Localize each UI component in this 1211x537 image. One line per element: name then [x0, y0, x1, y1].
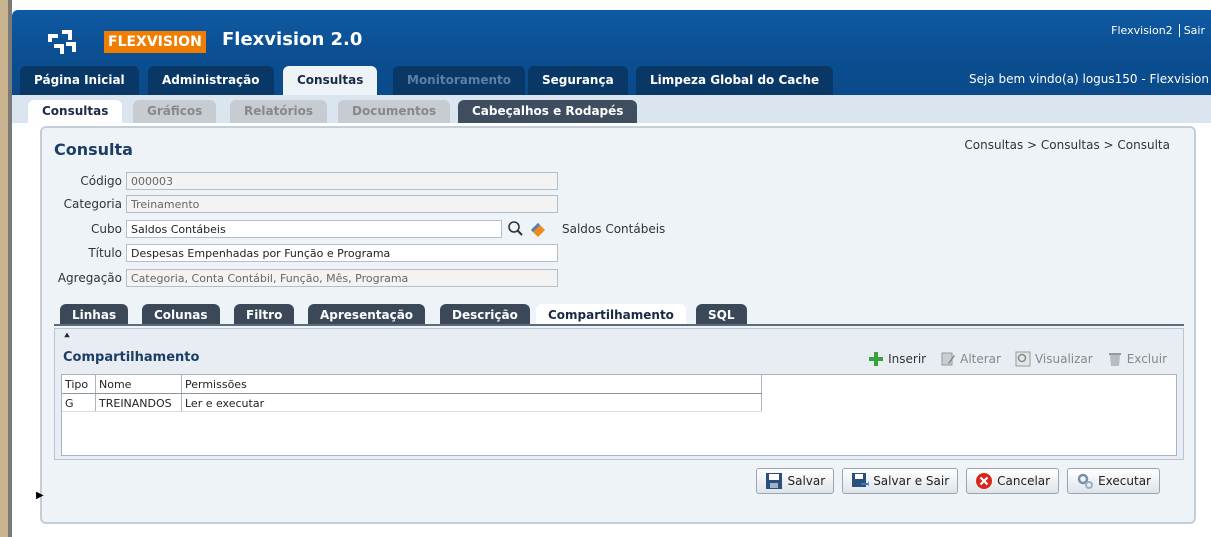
logo-icon — [48, 30, 76, 54]
sharing-panel: ⯅ Compartilhamento Inserir Alterar Visua… — [54, 328, 1184, 460]
tab-consultas[interactable]: Consultas — [283, 66, 378, 95]
subtab-consultas[interactable]: Consultas — [28, 100, 123, 123]
tab-administracao[interactable]: Administração — [148, 66, 274, 95]
tab-apresentacao[interactable]: Apresentação — [308, 304, 426, 326]
flexvision-logo: FLEXVISION — [34, 25, 212, 59]
welcome-message: Seja bem vindo(a) logus150 - Flexvision — [968, 72, 1209, 86]
app-title: Flexvision 2.0 — [222, 29, 363, 50]
cube-actions — [507, 220, 549, 238]
cancel-button[interactable]: Cancelar — [966, 468, 1060, 494]
breadcrumb: Consultas > Consultas > Consulta — [964, 138, 1170, 152]
user-links: Flexvision2 Sair — [1107, 24, 1209, 37]
edit-button: Alterar — [940, 349, 1001, 369]
grid-header: Tipo Nome Permissões — [62, 375, 762, 394]
tab-compartilhamento[interactable]: Compartilhamento — [536, 304, 686, 326]
insert-button[interactable]: Inserir — [868, 349, 926, 369]
tab-filtro[interactable]: Filtro — [234, 304, 295, 326]
tab-colunas[interactable]: Colunas — [142, 304, 220, 326]
logout-link[interactable]: Sair — [1178, 24, 1209, 37]
view-label: Visualizar — [1034, 352, 1093, 366]
sharing-toolbar: Inserir Alterar Visualizar Excluir — [868, 349, 1167, 369]
titulo-label: Título — [88, 246, 122, 260]
codigo-field: 000003 — [126, 172, 558, 190]
inner-tabs-divider — [54, 324, 1184, 326]
view-button: Visualizar — [1015, 349, 1093, 369]
sharing-grid: Tipo Nome Permissões G TREINANDOS Ler e … — [61, 374, 1177, 456]
tab-monitoramento: Monitoramento — [393, 66, 526, 95]
sharing-title: Compartilhamento — [63, 350, 200, 365]
tab-sql[interactable]: SQL — [696, 304, 747, 326]
cubo-field[interactable]: Saldos Contábeis — [126, 220, 502, 238]
tab-descricao[interactable]: Descrição — [440, 304, 530, 326]
cell-permissoes: Ler e executar — [182, 394, 762, 411]
edit-label: Alterar — [960, 352, 1001, 366]
tab-seguranca[interactable]: Segurança — [528, 66, 628, 95]
save-button[interactable]: Salvar — [756, 468, 835, 494]
save-exit-label: Salvar e Sair — [873, 474, 950, 488]
user-link[interactable]: Flexvision2 — [1107, 24, 1177, 37]
subtab-graficos[interactable]: Gráficos — [133, 100, 217, 123]
plus-icon — [869, 352, 884, 366]
cubo-description: Saldos Contábeis — [562, 222, 666, 236]
table-row[interactable]: G TREINANDOS Ler e executar — [62, 394, 762, 412]
save-label: Salvar — [787, 474, 826, 488]
content-panel: Consulta Consultas > Consultas > Consult… — [40, 126, 1196, 524]
column-header-nome[interactable]: Nome — [96, 375, 182, 393]
column-header-permissoes[interactable]: Permissões — [182, 375, 762, 393]
edit-icon — [941, 352, 956, 366]
view-icon — [1015, 351, 1031, 367]
tab-linhas[interactable]: Linhas — [60, 304, 129, 326]
column-header-tipo[interactable]: Tipo — [62, 375, 96, 393]
categoria-label: Categoria — [63, 197, 122, 211]
page-title: Consulta — [54, 140, 133, 159]
cubo-label: Cubo — [91, 222, 122, 236]
delete-button: Excluir — [1107, 349, 1167, 369]
clear-icon[interactable] — [531, 223, 545, 237]
execute-label: Executar — [1098, 474, 1151, 488]
save-exit-button[interactable]: Salvar e Sair — [842, 468, 959, 494]
cell-tipo: G — [62, 394, 96, 411]
agregacao-field: Categoria, Conta Contábil, Função, Mês, … — [126, 269, 558, 287]
delete-label: Excluir — [1126, 352, 1167, 366]
subtab-relatorios[interactable]: Relatórios — [230, 100, 327, 123]
categoria-field: Treinamento — [126, 195, 558, 213]
agregacao-label: Agregação — [57, 271, 122, 285]
expand-side-icon[interactable]: ▶ — [36, 490, 44, 501]
collapse-icon[interactable]: ⯅ — [63, 331, 71, 342]
insert-label: Inserir — [888, 352, 927, 366]
save-icon — [766, 473, 783, 489]
subtab-documentos[interactable]: Documentos — [338, 100, 451, 123]
cancel-icon — [976, 473, 993, 489]
logo-text: FLEXVISION — [104, 31, 206, 53]
titulo-field[interactable]: Despesas Empenhadas por Função e Program… — [126, 244, 558, 262]
save-exit-icon — [852, 473, 870, 487]
cell-nome: TREINANDOS — [96, 394, 182, 411]
cancel-label: Cancelar — [997, 474, 1051, 488]
execute-button[interactable]: Executar — [1067, 468, 1160, 494]
action-bar: Salvar Salvar e Sair Cancelar Executar — [756, 468, 1160, 494]
codigo-label: Código — [80, 174, 122, 188]
window-edge — [0, 0, 8, 537]
app-window: FLEXVISION Flexvision 2.0 Flexvision2 Sai… — [0, 0, 1211, 537]
tab-limpeza-cache[interactable]: Limpeza Global do Cache — [636, 66, 834, 95]
tab-pagina-inicial[interactable]: Página Inicial — [20, 66, 139, 95]
gears-icon — [1077, 473, 1094, 489]
search-icon[interactable] — [508, 221, 523, 236]
subtab-cabecalhos-rodapes[interactable]: Cabeçalhos e Rodapés — [458, 100, 638, 123]
trash-icon — [1108, 353, 1121, 366]
